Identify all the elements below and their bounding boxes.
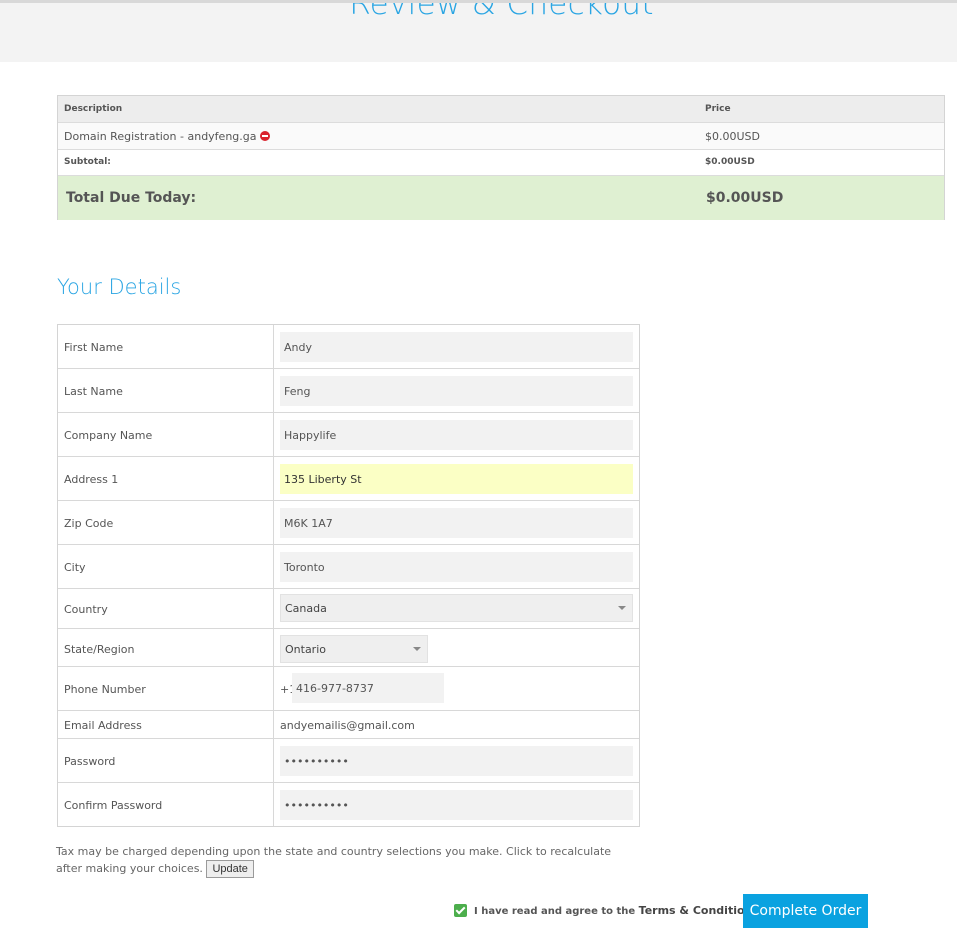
last-name-label: Last Name	[64, 385, 123, 398]
company-name-row: Company Name Happylife	[58, 413, 639, 457]
subtotal-row: Subtotal: $0.00USD	[58, 150, 944, 176]
company-name-label: Company Name	[64, 429, 153, 442]
item-description-cell: Domain Registration - andyfeng.ga	[64, 130, 270, 143]
zip-code-label: Zip Code	[64, 517, 114, 530]
state-select[interactable]: Ontario	[280, 635, 428, 663]
first-name-label: First Name	[64, 341, 124, 354]
last-name-input[interactable]: Feng	[280, 376, 633, 406]
remove-icon[interactable]	[259, 131, 270, 141]
city-label: City	[64, 561, 86, 574]
email-label: Email Address	[64, 719, 142, 732]
state-row: State/Region Ontario	[58, 629, 639, 667]
address1-input[interactable]: 135 Liberty St	[280, 464, 633, 494]
terms-agreement: I have read and agree to the Terms & Con…	[454, 904, 759, 917]
chevron-down-icon	[413, 647, 421, 651]
password-row: Password ••••••••••	[58, 739, 639, 783]
your-details-heading: Your Details	[57, 275, 182, 299]
table-header-row: Description Price	[58, 96, 944, 123]
item-description: Domain Registration - andyfeng.ga	[64, 130, 257, 143]
city-input[interactable]: Toronto	[280, 552, 633, 582]
details-form: First Name Andy Last Name Feng Company N…	[57, 324, 640, 827]
state-label: State/Region	[64, 643, 135, 656]
first-name-row: First Name Andy	[58, 325, 639, 369]
tax-note: Tax may be charged depending upon the st…	[56, 843, 636, 878]
update-button[interactable]: Update	[206, 860, 254, 878]
address1-row: Address 1 135 Liberty St	[58, 457, 639, 501]
password-label: Password	[64, 755, 116, 768]
total-label: Total Due Today:	[66, 190, 197, 206]
agree-text: I have read and agree to the	[474, 906, 636, 917]
confirm-password-input[interactable]: ••••••••••	[280, 790, 633, 820]
total-value: $0.00USD	[706, 190, 784, 206]
password-input[interactable]: ••••••••••	[280, 746, 633, 776]
company-name-input[interactable]: Happylife	[280, 420, 633, 450]
page-header: Review & Checkout	[0, 3, 957, 62]
email-row: Email Address andyemailis@gmail.com	[58, 711, 639, 739]
order-summary-table: Description Price Domain Registration - …	[57, 95, 945, 220]
phone-input[interactable]: 416-977-8737	[292, 673, 444, 703]
agree-checkbox[interactable]	[454, 904, 467, 917]
page-title: Review & Checkout	[349, 3, 654, 22]
country-label: Country	[64, 603, 108, 616]
terms-link[interactable]: Terms & Conditions	[639, 904, 759, 917]
tax-note-text: Tax may be charged depending upon the st…	[56, 845, 612, 875]
table-row: Domain Registration - andyfeng.ga $0.00U…	[58, 123, 944, 150]
subtotal-value: $0.00USD	[705, 157, 755, 167]
subtotal-label: Subtotal:	[64, 157, 111, 167]
last-name-row: Last Name Feng	[58, 369, 639, 413]
phone-row: Phone Number +1 416-977-8737	[58, 667, 639, 711]
total-row: Total Due Today: $0.00USD	[58, 176, 944, 220]
confirm-password-label: Confirm Password	[64, 799, 163, 812]
description-header: Description	[64, 104, 123, 114]
complete-order-button[interactable]: Complete Order	[743, 894, 868, 928]
item-price: $0.00USD	[705, 130, 760, 143]
phone-label: Phone Number	[64, 683, 146, 696]
zip-code-input[interactable]: M6K 1A7	[280, 508, 633, 538]
city-row: City Toronto	[58, 545, 639, 589]
first-name-input[interactable]: Andy	[280, 332, 633, 362]
email-value: andyemailis@gmail.com	[280, 719, 415, 732]
state-value: Ontario	[285, 643, 326, 656]
country-row: Country Canada	[58, 589, 639, 629]
chevron-down-icon	[618, 606, 626, 610]
country-value: Canada	[285, 602, 327, 615]
zip-code-row: Zip Code M6K 1A7	[58, 501, 639, 545]
price-header: Price	[705, 104, 731, 114]
confirm-password-row: Confirm Password ••••••••••	[58, 783, 639, 827]
address1-label: Address 1	[64, 473, 119, 486]
country-select[interactable]: Canada	[280, 594, 633, 622]
